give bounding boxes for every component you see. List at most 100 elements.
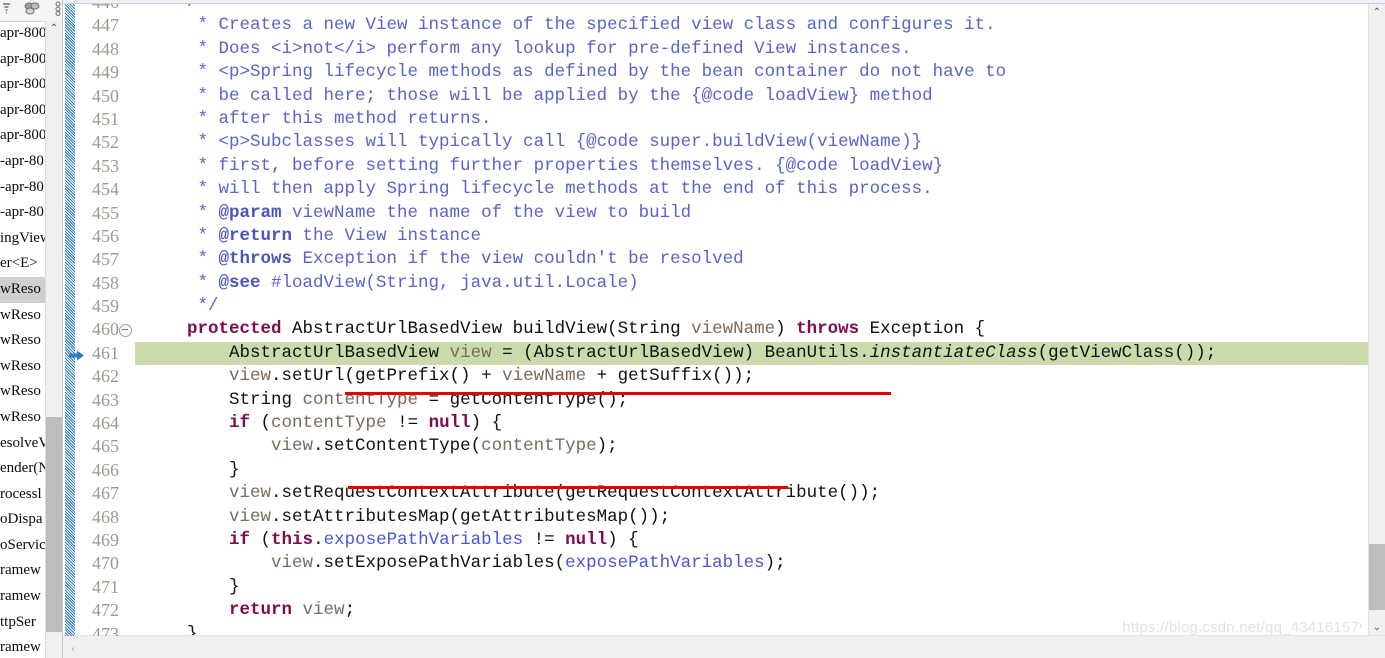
code-token: @return [218, 225, 293, 246]
code-token: * Does <i>not</i> perform any lookup for… [145, 38, 912, 59]
code-token: * <p>Spring lifecycle methods as defined… [145, 62, 1007, 83]
code-line[interactable]: 456 * @return the View instance [63, 225, 1369, 248]
code-token: throws [796, 319, 860, 340]
debug-frame-label: ramew [0, 588, 41, 605]
debug-frame-label: wReso [0, 357, 41, 374]
code-line[interactable]: 460 protected AbstractUrlBasedView build… [63, 318, 1369, 341]
code-token: */ [145, 296, 219, 317]
code-token: @throws [218, 249, 293, 270]
scroll-left-button[interactable]: ‹ [65, 636, 81, 658]
line-number: 460 [92, 319, 119, 340]
line-number: 472 [92, 600, 119, 621]
code-line[interactable]: 472 return view; [63, 599, 1369, 622]
code-line-text: * @see #loadView(String, java.util.Local… [145, 272, 639, 295]
code-token: if [229, 529, 251, 550]
scroll-up-button[interactable]: ⌃ [46, 21, 62, 37]
code-line[interactable]: 468 view.setAttributesMap(getAttributesM… [63, 506, 1369, 529]
code-line[interactable]: 454 * will then apply Spring lifecycle m… [63, 178, 1369, 201]
code-line-text: * Does <i>not</i> perform any lookup for… [145, 38, 912, 61]
code-line[interactable]: 459 */ [63, 295, 1369, 318]
code-token: #loadView(String, java.util.Locale) [260, 272, 639, 293]
code-line[interactable]: 469 if (this.exposePathVariables != null… [63, 529, 1369, 552]
code-line[interactable]: 465 view.setContentType(contentType); [63, 435, 1369, 458]
debug-frame-label: rocessl [0, 485, 42, 502]
code-line[interactable]: 457 * @throws Exception if the view coul… [63, 248, 1369, 271]
filter-icon[interactable] [2, 2, 11, 20]
code-line-current[interactable]: 461 AbstractUrlBasedView view = (Abstrac… [63, 341, 1369, 366]
code-line[interactable]: 473 } [63, 623, 1369, 636]
code-line-text: * will then apply Spring lifecycle metho… [145, 178, 933, 201]
code-token: viewName [691, 319, 776, 340]
line-number: 454 [92, 179, 119, 200]
code-line[interactable]: 449 * <p>Spring lifecycle methods as def… [63, 61, 1369, 84]
scrollbar-thumb[interactable] [1369, 544, 1385, 610]
line-number: 456 [92, 225, 119, 246]
line-number: 470 [92, 553, 119, 574]
code-line[interactable]: 455 * @param viewName the name of the vi… [63, 202, 1369, 225]
editor-horizontal-scrollbar[interactable]: ‹ [63, 635, 1385, 658]
code-line-text: * @throws Exception if the view couldn't… [145, 248, 744, 271]
debug-frame-label: -apr-80 [0, 152, 44, 169]
code-line-text: * Creates a new View instance of the spe… [145, 14, 996, 37]
editor-vertical-scrollbar[interactable]: ⌃ ⌄ [1368, 4, 1385, 636]
code-token: null [428, 413, 471, 434]
code-line[interactable]: 462 view.setUrl(getPrefix() + viewName +… [63, 365, 1369, 388]
line-number: 448 [92, 38, 119, 59]
debug-frame-label: oServic [0, 536, 46, 553]
scroll-up-button[interactable]: ⌃ [1369, 4, 1385, 21]
code-line[interactable]: 471 } [63, 576, 1369, 599]
code-line-text: * @param viewName the name of the view t… [145, 202, 692, 225]
line-number: 459 [92, 296, 119, 317]
code-token: @param [218, 202, 282, 223]
code-line[interactable]: 451 * after this method returns. [63, 108, 1369, 131]
code-viewport[interactable]: 446 /**447 * Creates a new View instance… [63, 4, 1369, 636]
code-line-text: * <p>Spring lifecycle methods as defined… [145, 61, 1007, 84]
debug-frame-label: er<E> [0, 255, 38, 272]
code-line[interactable]: 446 /** [63, 4, 1369, 14]
debug-frame-label: apr-800 [0, 127, 47, 144]
code-token: * <p>Subclasses will typically call {@co… [145, 132, 923, 153]
code-token: protected [187, 319, 282, 340]
code-token: != [386, 413, 429, 434]
scrollbar-thumb[interactable] [46, 417, 62, 632]
debug-frame-label: -apr-80 [0, 178, 44, 195]
code-line[interactable]: 458 * @see #loadView(String, java.util.L… [63, 272, 1369, 295]
code-line-text: AbstractUrlBasedView view = (AbstractUrl… [145, 342, 1216, 365]
code-line[interactable]: 450 * be called here; those will be appl… [63, 85, 1369, 108]
code-line-text: if (contentType != null) { [145, 412, 502, 435]
debug-frame-label: -apr-80 [0, 204, 44, 221]
code-token: .setUrl(getPrefix() + [271, 366, 503, 387]
code-line[interactable]: 464 if (contentType != null) { [63, 412, 1369, 435]
code-line[interactable]: 447 * Creates a new View instance of the… [63, 14, 1369, 37]
code-line-text: view.setExposePathVariables(exposePathVa… [145, 552, 786, 575]
code-line[interactable]: 453 * first, before setting further prop… [63, 155, 1369, 178]
code-token: (getViewClass()); [1037, 342, 1217, 363]
code-line[interactable]: 448 * Does <i>not</i> perform any lookup… [63, 38, 1369, 61]
scroll-down-button[interactable]: ⌄ [1369, 619, 1385, 636]
debug-panel-scrollbar[interactable]: ⌃ [45, 21, 62, 658]
code-line-text: /** [145, 4, 219, 14]
code-line[interactable]: 452 * <p>Subclasses will typically call … [63, 131, 1369, 154]
code-line[interactable]: 466 } [63, 459, 1369, 482]
code-token: * [145, 202, 219, 223]
code-line-text: return view; [145, 599, 355, 622]
code-token: view [229, 506, 272, 527]
code-line-text: if (this.exposePathVariables != null) { [145, 529, 639, 552]
line-number: 449 [92, 62, 119, 83]
layers-icon[interactable] [23, 1, 42, 21]
code-fold-collapse-icon[interactable] [119, 324, 132, 338]
debug-frames-panel: apr-800 apr-800 apr-800 apr-800 apr-800 -apr-… [0, 0, 63, 658]
line-number: 466 [92, 459, 119, 480]
code-token: if [229, 413, 251, 434]
more-options-icon[interactable] [54, 1, 62, 21]
code-line[interactable]: 470 view.setExposePathVariables(exposePa… [63, 552, 1369, 575]
code-token: view [229, 483, 272, 504]
code-token: view [229, 366, 272, 387]
